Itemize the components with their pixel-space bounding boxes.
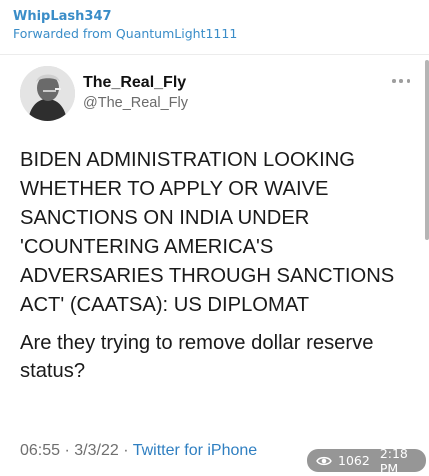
tweet-date: 3/3/22 (74, 442, 119, 459)
dot (406, 79, 410, 83)
view-count: 1062 (338, 453, 370, 468)
avatar-photo (20, 66, 75, 121)
dot (399, 79, 403, 83)
sender-name[interactable]: WhipLash347 (13, 8, 237, 25)
tweet-display-name[interactable]: The_Real_Fly (83, 74, 186, 92)
tweet-time: 06:55 (20, 442, 61, 459)
divider (0, 54, 429, 55)
message-time: 2:18 PM (379, 445, 408, 476)
tweet-meta: 06:55 · 3/3/22 · Twitter for iPhone (20, 442, 257, 460)
separator: · (118, 442, 133, 459)
separator: · (60, 442, 75, 459)
eye-icon (316, 455, 332, 467)
tweet-source-link[interactable]: Twitter for iPhone (133, 442, 258, 459)
tweet-handle[interactable]: @The_Real_Fly (83, 95, 188, 111)
message-info-overlay: 1062 2:18 PM (307, 446, 426, 476)
avatar[interactable] (20, 66, 75, 121)
tweet-headline: BIDEN ADMINISTRATION LOOKING WHETHER TO … (20, 149, 395, 316)
forwarded-from[interactable]: Forwarded from QuantumLight1111 (13, 25, 237, 43)
message-header: WhipLash347 Forwarded from QuantumLight1… (13, 8, 237, 43)
more-options-icon[interactable] (392, 74, 410, 88)
dot (392, 79, 396, 83)
scrollbar[interactable] (425, 60, 429, 240)
tweet-question: Are they trying to remove dollar reserve… (20, 332, 374, 382)
